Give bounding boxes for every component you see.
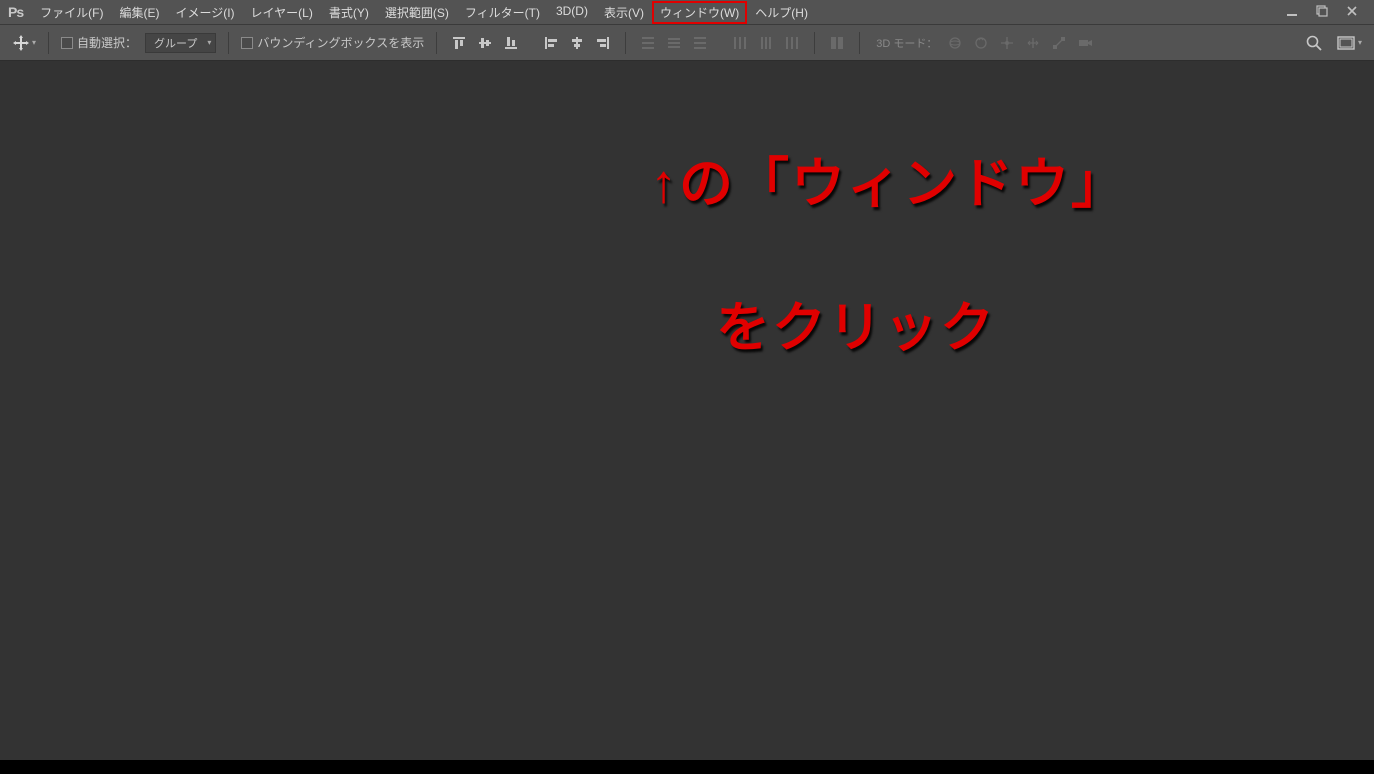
auto-align-icon — [827, 33, 847, 53]
auto-select-dropdown[interactable]: グループ ▾ — [145, 33, 216, 53]
dist-left-icon — [730, 33, 750, 53]
chevron-down-icon: ▾ — [1358, 38, 1362, 47]
dropdown-value: グループ — [154, 35, 197, 51]
screen-mode-icon[interactable]: ▾ — [1337, 36, 1362, 50]
menu-window[interactable]: ウィンドウ(W) — [653, 2, 746, 23]
move-tool-indicator[interactable]: ▾ — [12, 34, 36, 52]
separator — [625, 32, 626, 54]
dist-right-icon — [782, 33, 802, 53]
align-right-icon[interactable] — [593, 33, 613, 53]
canvas-area: ↑の「ウィンドウ」 をクリック — [0, 61, 1374, 774]
menu-edit[interactable]: 編集(E) — [112, 2, 166, 23]
options-bar: ▾ 自動選択： グループ ▾ バウンディングボックスを表示 — [0, 25, 1374, 61]
annotation-line-2: をクリック — [716, 283, 996, 362]
app-logo: Ps — [8, 4, 23, 20]
chevron-down-icon: ▾ — [207, 38, 211, 47]
3d-roll-icon — [971, 33, 991, 53]
show-bbox-checkbox[interactable]: バウンディングボックスを表示 — [241, 34, 424, 51]
menu-layer[interactable]: レイヤー(L) — [244, 2, 320, 23]
menu-type[interactable]: 書式(Y) — [322, 2, 376, 23]
dist-top-icon — [638, 33, 658, 53]
distribute-group-horizontal — [730, 33, 802, 53]
annotation-line-1: ↑の「ウィンドウ」 — [650, 139, 1127, 218]
checkbox-icon — [241, 37, 253, 49]
align-hcenter-icon[interactable] — [567, 33, 587, 53]
menu-bar: Ps ファイル(F) 編集(E) イメージ(I) レイヤー(L) 書式(Y) 選… — [0, 0, 1374, 25]
window-controls — [1284, 5, 1366, 20]
separator — [48, 32, 49, 54]
align-left-icon[interactable] — [541, 33, 561, 53]
auto-select-checkbox[interactable]: 自動選択： — [61, 34, 137, 51]
3d-mode-label: 3D モード： — [876, 35, 937, 51]
menu-view[interactable]: 表示(V) — [597, 2, 651, 23]
distribute-group-vertical — [638, 33, 710, 53]
separator — [228, 32, 229, 54]
align-group-vertical — [449, 33, 521, 53]
menu-items: ファイル(F) 編集(E) イメージ(I) レイヤー(L) 書式(Y) 選択範囲… — [33, 2, 815, 23]
auto-select-label: 自動選択： — [77, 34, 137, 51]
separator — [814, 32, 815, 54]
3d-orbit-icon — [945, 33, 965, 53]
separator — [436, 32, 437, 54]
3d-pan-icon — [997, 33, 1017, 53]
app-window: Ps ファイル(F) 編集(E) イメージ(I) レイヤー(L) 書式(Y) 選… — [0, 0, 1374, 774]
dist-vcenter-icon — [664, 33, 684, 53]
search-icon[interactable] — [1305, 34, 1323, 52]
minimize-button[interactable] — [1284, 5, 1300, 20]
align-group-horizontal — [541, 33, 613, 53]
align-top-icon[interactable] — [449, 33, 469, 53]
align-bottom-icon[interactable] — [501, 33, 521, 53]
close-button[interactable] — [1344, 5, 1360, 20]
move-icon — [12, 34, 30, 52]
3d-camera-icon — [1075, 33, 1095, 53]
menu-select[interactable]: 選択範囲(S) — [378, 2, 456, 23]
separator — [859, 32, 860, 54]
3d-mode-icons — [945, 33, 1095, 53]
3d-scale-icon — [1049, 33, 1069, 53]
menu-file[interactable]: ファイル(F) — [33, 2, 110, 23]
right-tools: ▾ — [1305, 34, 1362, 52]
dist-bottom-icon — [690, 33, 710, 53]
show-bbox-label: バウンディングボックスを表示 — [257, 34, 424, 51]
align-vcenter-icon[interactable] — [475, 33, 495, 53]
menu-3d[interactable]: 3D(D) — [549, 2, 595, 23]
dist-hcenter-icon — [756, 33, 776, 53]
menu-filter[interactable]: フィルター(T) — [458, 2, 547, 23]
maximize-button[interactable] — [1314, 5, 1330, 20]
3d-slide-icon — [1023, 33, 1043, 53]
menu-help[interactable]: ヘルプ(H) — [748, 2, 815, 23]
chevron-down-icon: ▾ — [32, 38, 36, 47]
checkbox-icon — [61, 37, 73, 49]
menu-image[interactable]: イメージ(I) — [168, 2, 241, 23]
